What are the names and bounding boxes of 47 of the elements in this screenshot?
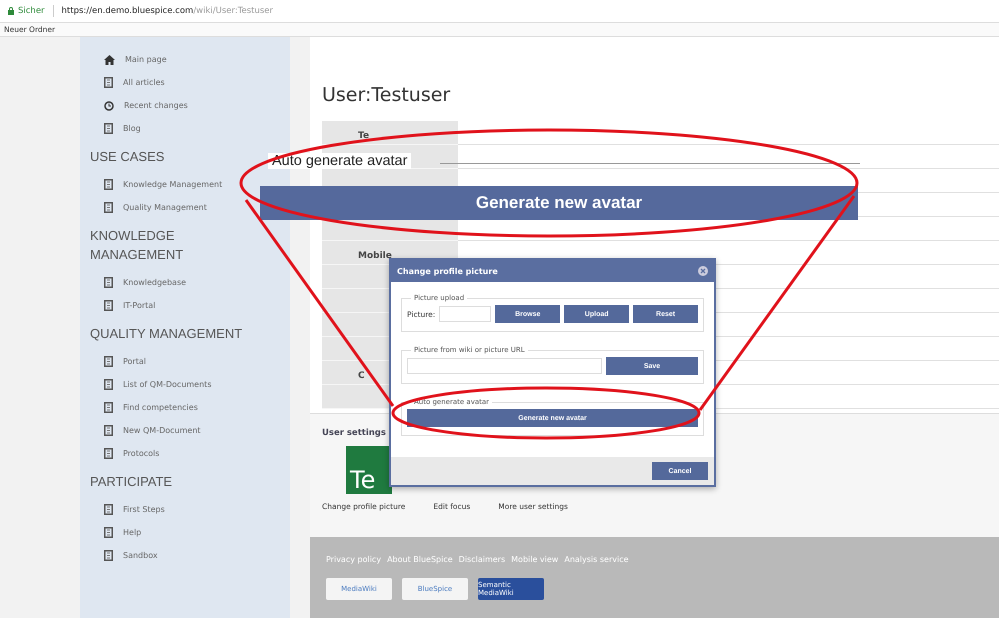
page-icon xyxy=(104,77,113,88)
picture-url-field[interactable] xyxy=(407,358,602,374)
sidebar-link[interactable]: Help xyxy=(123,528,142,537)
page-icon xyxy=(104,504,113,515)
page-icon xyxy=(104,527,113,538)
sidebar-link[interactable]: Protocols xyxy=(123,449,160,458)
sidebar-link[interactable]: Knowledgebase xyxy=(123,278,186,287)
avatar-tile: Te xyxy=(346,446,392,494)
sidebar-heading: QUALITY MANAGEMENT xyxy=(90,325,244,343)
sidebar-link[interactable]: All articles xyxy=(123,78,165,87)
address-url[interactable]: https://en.demo.bluespice.com/wiki/User:Testuser xyxy=(62,6,274,16)
sidebar-link[interactable]: Find competencies xyxy=(123,403,198,412)
sidebar-link[interactable]: New QM-Document xyxy=(123,426,201,435)
sidebar-heading: PARTICIPATE xyxy=(90,473,174,491)
dialog-title: Change profile picture xyxy=(397,266,498,276)
user-settings-heading: User settings xyxy=(322,428,387,438)
sidebar-link[interactable]: Sandbox xyxy=(123,551,158,560)
generate-avatar-button[interactable]: Generate new avatar xyxy=(260,186,858,220)
page-icon xyxy=(104,202,113,213)
page-icon xyxy=(104,300,113,311)
page-icon xyxy=(104,123,113,134)
page-icon xyxy=(104,550,113,561)
sidebar-heading: USE CASES xyxy=(90,148,166,166)
page-icon xyxy=(104,356,113,367)
page-icon xyxy=(104,402,113,413)
sidebar-heading: KNOWLEDGE MANAGEMENT xyxy=(90,227,184,264)
sidebar-link[interactable]: IT-Portal xyxy=(123,301,156,310)
sidebar-link[interactable]: Recent changes xyxy=(124,101,188,110)
sidebar-link[interactable]: Knowledge Management xyxy=(123,180,222,189)
sidebar-link[interactable]: List of QM-Documents xyxy=(123,380,212,389)
page-icon xyxy=(104,379,113,390)
clock-icon xyxy=(104,100,114,110)
close-icon[interactable] xyxy=(698,266,708,276)
sidebar-link[interactable]: Main page xyxy=(125,55,167,64)
sidebar-link[interactable]: Quality Management xyxy=(123,203,207,212)
picture-input-field[interactable] xyxy=(439,306,492,322)
page-icon xyxy=(104,425,113,436)
sidebar-link[interactable]: Portal xyxy=(123,357,146,366)
sidebar-link[interactable]: Blog xyxy=(123,124,141,133)
secure-label: Sicher xyxy=(18,6,45,16)
home-icon xyxy=(104,54,115,64)
page-title: User:Testuser xyxy=(322,83,452,107)
sidebar-link[interactable]: First Steps xyxy=(123,505,165,514)
page-icon xyxy=(104,179,113,190)
lock-icon xyxy=(8,7,14,15)
page-icon xyxy=(104,448,113,459)
page-icon xyxy=(104,277,113,288)
